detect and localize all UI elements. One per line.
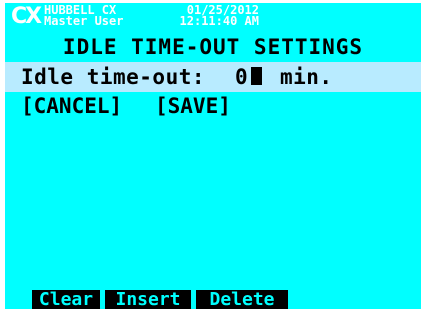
brand-logo: CX xyxy=(11,4,42,29)
delete-softkey[interactable]: Delete xyxy=(196,290,288,309)
page-title: IDLE TIME-OUT SETTINGS xyxy=(62,35,364,59)
idle-timeout-field-row[interactable]: Idle time-out: 0 min. xyxy=(5,62,421,92)
insert-softkey[interactable]: Insert xyxy=(105,290,191,309)
text-cursor xyxy=(251,67,262,85)
cancel-button[interactable]: [CANCEL] xyxy=(21,92,122,120)
idle-timeout-label: Idle time-out: xyxy=(21,65,206,89)
lcd-screen: CX HUBBELL CX Master User 01/25/2012 12:… xyxy=(5,3,421,309)
status-header: CX HUBBELL CX Master User 01/25/2012 12:… xyxy=(5,3,421,36)
save-button[interactable]: [SAVE] xyxy=(155,92,231,120)
idle-timeout-input[interactable]: 0 xyxy=(235,63,248,91)
clear-softkey[interactable]: Clear xyxy=(32,290,100,309)
time-display: 12:11:40 AM xyxy=(179,14,259,28)
user-name: Master User xyxy=(44,14,124,28)
idle-timeout-unit: min. xyxy=(280,65,333,89)
